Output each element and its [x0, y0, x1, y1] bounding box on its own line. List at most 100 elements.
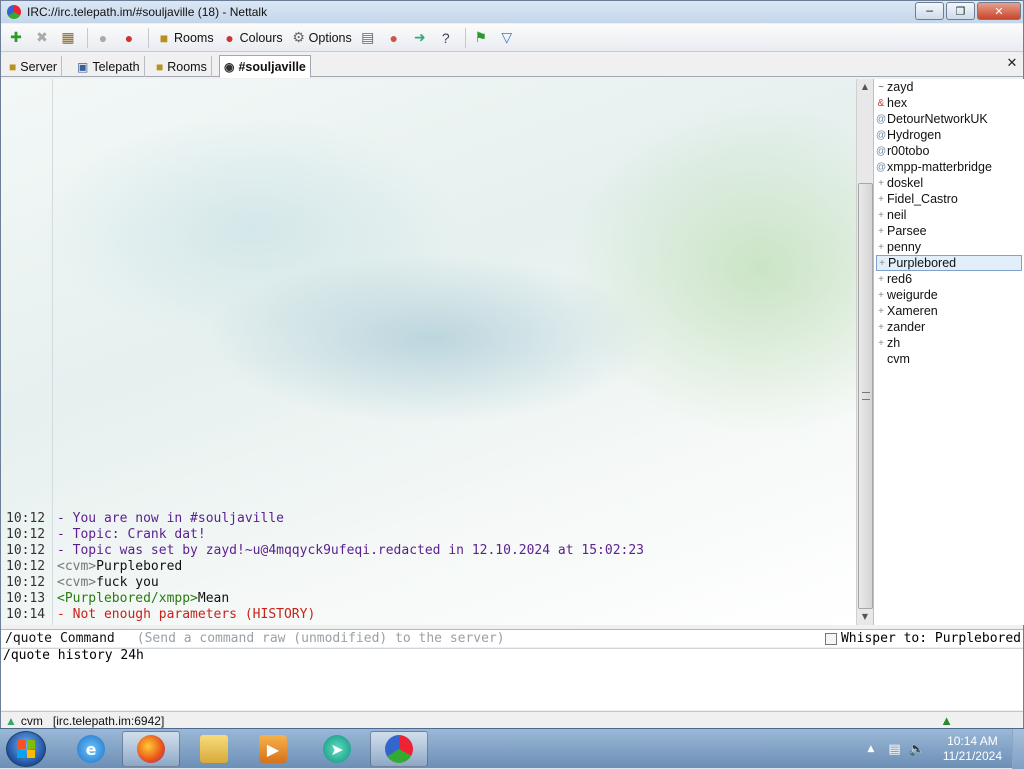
toolbar-user-badge[interactable]: ● — [118, 27, 142, 49]
nick-item[interactable]: + Purplebored — [876, 255, 1022, 271]
taskbar-internet-explorer[interactable]: e — [62, 731, 120, 767]
whisper-toggle[interactable]: Whisper to: Purplebored — [824, 631, 1021, 646]
toolbar-user[interactable]: ● — [92, 27, 116, 49]
scroll-thumb[interactable] — [858, 183, 873, 609]
nick-prefix: + — [879, 257, 885, 269]
options-label: Options — [308, 30, 352, 45]
dropdown-icon: ▽ — [501, 29, 513, 45]
flag-icon: ⚑ — [474, 29, 488, 45]
toolbar-disconnect[interactable]: ✖ — [31, 27, 55, 49]
show-hidden-icons-button[interactable]: ▲ — [867, 744, 874, 754]
user-badge-icon: ● — [124, 29, 134, 46]
command-name: /quote — [5, 631, 52, 646]
maximize-button[interactable]: ❐ — [946, 2, 975, 20]
options-button[interactable]: ⚙ Options — [288, 27, 355, 49]
message-input[interactable]: /quote history 24h — [1, 648, 1023, 710]
nick-name: r00tobo — [887, 144, 930, 158]
nick-name: weigurde — [887, 288, 938, 302]
nick-prefix: @ — [876, 113, 887, 125]
chat-line: 10:12 <cvm>fuck you — [6, 575, 851, 591]
nick-item[interactable]: + weigurde — [876, 287, 1022, 303]
toolbar-properties[interactable]: ▦ — [57, 27, 81, 49]
nick-item[interactable]: + zander — [876, 319, 1022, 335]
clipboard-icon: ▤ — [361, 29, 375, 45]
taskbar-firefox[interactable] — [122, 731, 180, 767]
taskbar-chat-app[interactable]: ➤ — [308, 731, 366, 767]
nick-name: zayd — [887, 80, 914, 94]
taskbar-file-explorer[interactable] — [185, 731, 243, 767]
nick-item[interactable]: @ Hydrogen — [876, 127, 1022, 143]
chat-text: - Topic was set by zayd!~u@4mqqyck9ufeqi… — [57, 543, 644, 558]
nick-item[interactable]: + zh — [876, 335, 1022, 351]
scroll-up-arrow[interactable]: ▲ — [857, 79, 873, 95]
nick-item[interactable]: ~ zayd — [876, 79, 1022, 95]
network-tray-icon[interactable]: ▤ — [888, 742, 900, 757]
colours-button[interactable]: ● Colours — [219, 27, 286, 49]
toolbar-users[interactable]: ● — [383, 27, 407, 49]
nick-item[interactable]: + Fidel_Castro — [876, 191, 1022, 207]
whisper-checkbox[interactable] — [824, 632, 837, 645]
close-window-button[interactable]: ✕ — [977, 2, 1021, 20]
nick-prefix: ~ — [878, 81, 884, 93]
nick-prefix: @ — [876, 161, 887, 173]
chat-line: 10:13 <Purplebored/xmpp>Mean — [6, 591, 851, 607]
rooms-button[interactable]: ■ Rooms — [153, 27, 217, 49]
nick-item[interactable]: + red6 — [876, 271, 1022, 287]
user-icon: ● — [98, 29, 108, 46]
nick-item[interactable]: + doskel — [876, 175, 1022, 191]
toolbar-export[interactable]: ➜ — [409, 27, 433, 49]
taskbar-nettalk[interactable] — [370, 731, 428, 767]
clock[interactable]: 10:14 AM 11/21/2024 — [943, 734, 1002, 764]
toolbar: ✚ ✖ ▦ ● ● ■ Rooms ● Colours ⚙ Options ▤ ● ➜… — [1, 24, 1023, 52]
nick-prefix: & — [877, 97, 885, 109]
nick-name: cvm — [887, 352, 910, 366]
nick-prefix: + — [878, 305, 884, 317]
nick-item[interactable]: cvm — [876, 351, 1022, 367]
nick-name: Purplebored — [888, 256, 957, 270]
tab-label: Server — [20, 59, 58, 74]
connect-icon: ✚ — [10, 29, 22, 45]
chat-text: Purplebored — [96, 559, 183, 574]
tab-souljaville[interactable]: ◉ #souljaville — [219, 55, 311, 78]
start-button[interactable] — [6, 731, 46, 767]
tab-telepath[interactable]: ▣ Telepath — [73, 56, 145, 77]
help-icon: ? — [441, 29, 450, 46]
tab-rooms[interactable]: ■ Rooms — [152, 56, 212, 77]
chat-scrollbar[interactable]: ▲ ▼ — [856, 79, 873, 625]
minimize-button[interactable]: ─ — [915, 2, 944, 20]
toolbar-connect[interactable]: ✚ — [5, 27, 29, 49]
close-tab-button[interactable]: ✕ — [1005, 57, 1019, 71]
nick-item[interactable]: @ DetourNetworkUK — [876, 111, 1022, 127]
scroll-down-arrow[interactable]: ▼ — [857, 609, 873, 625]
toolbar-help[interactable]: ? — [435, 27, 459, 49]
chat-timestamp: 10:12 — [6, 511, 46, 526]
status-server: [irc.telepath.im:6942] — [52, 713, 165, 728]
nick-item[interactable]: + neil — [876, 207, 1022, 223]
chat-timestamp: 10:12 — [6, 559, 46, 574]
nick-item[interactable]: @ r00tobo — [876, 143, 1022, 159]
scroll-grip — [862, 392, 870, 400]
tab-server[interactable]: ■ Server — [5, 56, 63, 77]
nick-item[interactable]: + Parsee — [876, 223, 1022, 239]
taskbar-media-player[interactable]: ▶ — [244, 731, 302, 767]
volume-muted-icon[interactable]: 🔈 — [909, 742, 925, 757]
users-icon: ● — [389, 29, 398, 46]
chat-text: <Purplebored/xmpp> — [57, 591, 198, 606]
toolbar-dropdown[interactable]: ▽ — [496, 27, 520, 49]
toolbar-clipboard[interactable]: ▤ — [357, 27, 381, 49]
chat-text: fuck you — [96, 575, 159, 590]
app-icon — [7, 5, 21, 19]
nick-item[interactable]: & hex — [876, 95, 1022, 111]
nick-prefix: + — [878, 273, 884, 285]
nick-item[interactable]: + Xameren — [876, 303, 1022, 319]
nick-name: Fidel_Castro — [887, 192, 958, 206]
nick-item[interactable]: @ xmpp-matterbridge — [876, 159, 1022, 175]
chat-line: 10:12 - Topic: Crank dat! — [6, 527, 851, 543]
chat-line: 10:12 - Topic was set by zayd!~u@4mqqyck9… — [6, 543, 851, 559]
whisper-label: Whisper to: Purplebored — [840, 631, 1021, 646]
file-explorer-icon — [200, 735, 228, 763]
toolbar-flag[interactable]: ⚑ — [470, 27, 494, 49]
chat-area[interactable]: 10:12- You are now in #souljaville 10:12-… — [1, 79, 856, 625]
show-desktop-button[interactable] — [1012, 729, 1024, 769]
nick-item[interactable]: + penny — [876, 239, 1022, 255]
